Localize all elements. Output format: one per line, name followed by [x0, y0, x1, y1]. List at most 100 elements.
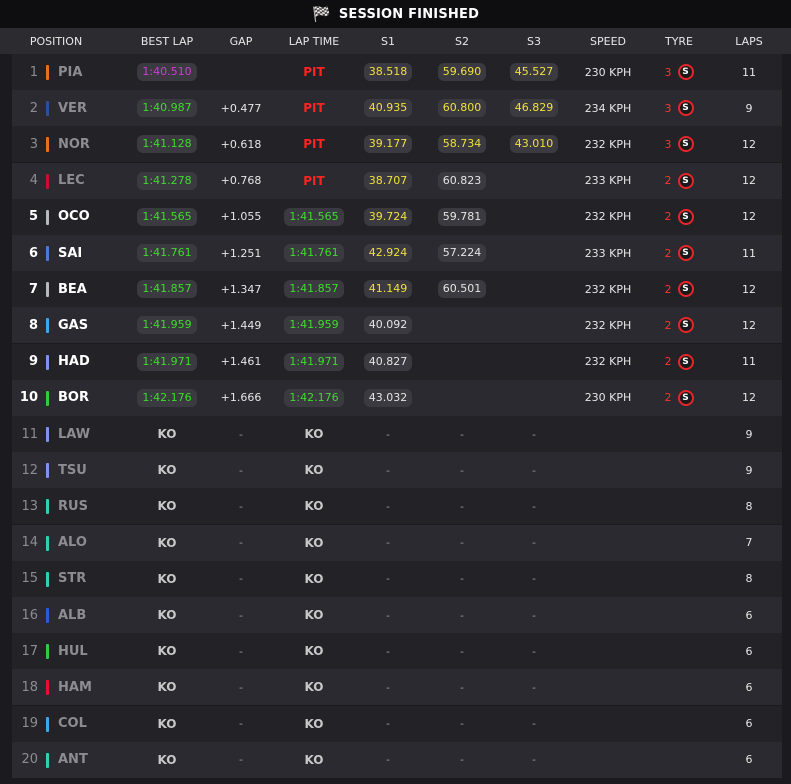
team-color-bar	[46, 390, 49, 406]
table-row[interactable]: 3 NOR 1:41.128 +0.618 PIT 39.177 58.734 43.010 2…	[12, 126, 782, 163]
tyre-age: 3	[664, 137, 672, 151]
driver-code[interactable]: COL	[58, 706, 108, 742]
sector-s2	[426, 380, 498, 416]
ko-label: KO	[157, 644, 177, 659]
table-row[interactable]: 1 PIA 1:40.510 PIT 38.518 59.690 45.527 230 KPH…	[12, 54, 782, 90]
ko-label: KO	[157, 427, 177, 441]
ko-label: KO	[304, 716, 324, 731]
tyre-age: 2	[664, 391, 672, 405]
header-position[interactable]: POSITION	[14, 28, 98, 54]
best-lap-time: KO	[127, 416, 207, 452]
table-row[interactable]: 20 ANT KO - KO - - - 6	[12, 741, 782, 778]
driver-code[interactable]: BEA	[58, 271, 108, 307]
sector-s3	[498, 235, 570, 271]
position-number: 18	[21, 679, 38, 695]
s3-value: -	[532, 753, 536, 767]
table-row[interactable]: 7 BEA 1:41.857 +1.347 1:41.857 41.149 60.501 23…	[12, 271, 782, 308]
ko-label: KO	[157, 608, 177, 622]
team-color-bar	[46, 608, 49, 623]
driver-code[interactable]: HAM	[58, 669, 108, 705]
driver-code[interactable]: VER	[58, 90, 108, 126]
sector-s1: 38.707	[352, 163, 424, 199]
tyre-info: 2S	[650, 199, 708, 235]
speed-value: 232 KPH	[584, 137, 632, 151]
gap-value: +1.347	[220, 282, 262, 296]
driver-code[interactable]: NOR	[58, 126, 108, 162]
position-number: 11	[21, 426, 38, 442]
s2-value: -	[460, 427, 464, 441]
lap-time: KO	[274, 416, 354, 452]
driver-code[interactable]: STR	[58, 561, 108, 597]
lap-time: 1:41.857	[274, 271, 354, 307]
tyre-info	[650, 488, 708, 524]
position-number: 15	[21, 571, 38, 587]
header-laps[interactable]: LAPS	[722, 28, 776, 54]
sector-s3: -	[498, 561, 570, 597]
driver-code[interactable]: PIA	[58, 54, 108, 90]
driver-code[interactable]: OCO	[58, 199, 108, 235]
driver-code[interactable]: RUS	[58, 488, 108, 524]
team-color-bar	[46, 246, 49, 261]
table-row[interactable]: 15 STR KO - KO - - - 8	[12, 560, 782, 597]
s2-value: -	[460, 463, 464, 477]
best-lap-time: 1:40.987	[127, 90, 207, 126]
header-s3[interactable]: S3	[498, 28, 570, 54]
team-color-bar	[46, 644, 49, 660]
header-s1[interactable]: S1	[352, 28, 424, 54]
tyre-info: 3S	[650, 90, 708, 126]
driver-code[interactable]: SAI	[58, 235, 108, 271]
sector-s2: 60.823	[426, 163, 498, 199]
speed-value	[572, 742, 644, 778]
team-color-bar	[46, 65, 49, 80]
driver-code[interactable]: ALO	[58, 525, 108, 561]
driver-code[interactable]: BOR	[58, 380, 108, 416]
driver-code[interactable]: TSU	[58, 452, 108, 488]
table-row[interactable]: 18 HAM KO - KO - - - 6	[12, 669, 782, 706]
table-row[interactable]: 2 VER 1:40.987 +0.477 PIT 40.935 60.800 46.829 2…	[12, 90, 782, 127]
sector-s1: 43.032	[352, 380, 424, 416]
table-row[interactable]: 8 GAS 1:41.959 +1.449 1:41.959 40.092 232 KPH 2…	[12, 307, 782, 344]
sector-s1: 38.518	[352, 54, 424, 90]
header-s2[interactable]: S2	[426, 28, 498, 54]
header-gap[interactable]: GAP	[212, 28, 270, 54]
s2-value: 57.224	[437, 244, 487, 262]
s1-value: -	[386, 753, 390, 767]
position-number: 2	[29, 100, 38, 116]
table-row[interactable]: 12 TSU KO - KO - - - 9	[12, 452, 782, 489]
table-row[interactable]: 11 LAW KO - KO - - - 9	[12, 416, 782, 452]
ko-label: KO	[304, 644, 324, 659]
header-tyre[interactable]: TYRE	[650, 28, 708, 54]
table-row[interactable]: 9 HAD 1:41.971 +1.461 1:41.971 40.827 232 KPH 2…	[12, 343, 782, 380]
driver-code[interactable]: ALB	[58, 597, 108, 633]
driver-code[interactable]: LEC	[58, 163, 108, 199]
driver-code[interactable]: HAD	[58, 344, 108, 380]
speed-value	[572, 561, 644, 597]
driver-code[interactable]: HUL	[58, 633, 108, 669]
best-lap-time: 1:41.971	[127, 344, 207, 380]
table-row[interactable]: 17 HUL KO - KO - - - 6	[12, 633, 782, 670]
driver-code[interactable]: ANT	[58, 742, 108, 778]
table-row[interactable]: 5 OCO 1:41.565 +1.055 1:41.565 39.724 59.781 23…	[12, 198, 782, 235]
header-best-lap[interactable]: BEST LAP	[127, 28, 207, 54]
table-row[interactable]: 10 BOR 1:42.176 +1.666 1:42.176 43.032 230 KPH…	[12, 379, 782, 416]
table-row[interactable]: 6 SAI 1:41.761 +1.251 1:41.761 42.924 57.224 23…	[12, 235, 782, 271]
table-row[interactable]: 14 ALO KO - KO - - - 7	[12, 524, 782, 561]
sector-s3	[498, 307, 570, 343]
sector-s2	[426, 307, 498, 343]
driver-code[interactable]: GAS	[58, 307, 108, 343]
best-lap-time: KO	[127, 488, 207, 524]
table-row[interactable]: 4 LEC 1:41.278 +0.768 PIT 38.707 60.823 233 KPH…	[12, 162, 782, 199]
speed-value	[572, 669, 644, 705]
table-row[interactable]: 13 RUS KO - KO - - - 8	[12, 488, 782, 525]
table-row[interactable]: 16 ALB KO - KO - - - 6	[12, 597, 782, 633]
laps-count: 6	[745, 753, 753, 767]
header-speed[interactable]: SPEED	[572, 28, 644, 54]
best-lap-time: KO	[127, 525, 207, 561]
s3-value: -	[532, 717, 536, 731]
driver-code[interactable]: LAW	[58, 416, 108, 452]
header-lap-time[interactable]: LAP TIME	[274, 28, 354, 54]
team-color-bar	[46, 354, 49, 370]
sector-s2: -	[426, 525, 498, 561]
s3-value: 45.527	[509, 63, 559, 81]
table-row[interactable]: 19 COL KO - KO - - - 6	[12, 705, 782, 742]
